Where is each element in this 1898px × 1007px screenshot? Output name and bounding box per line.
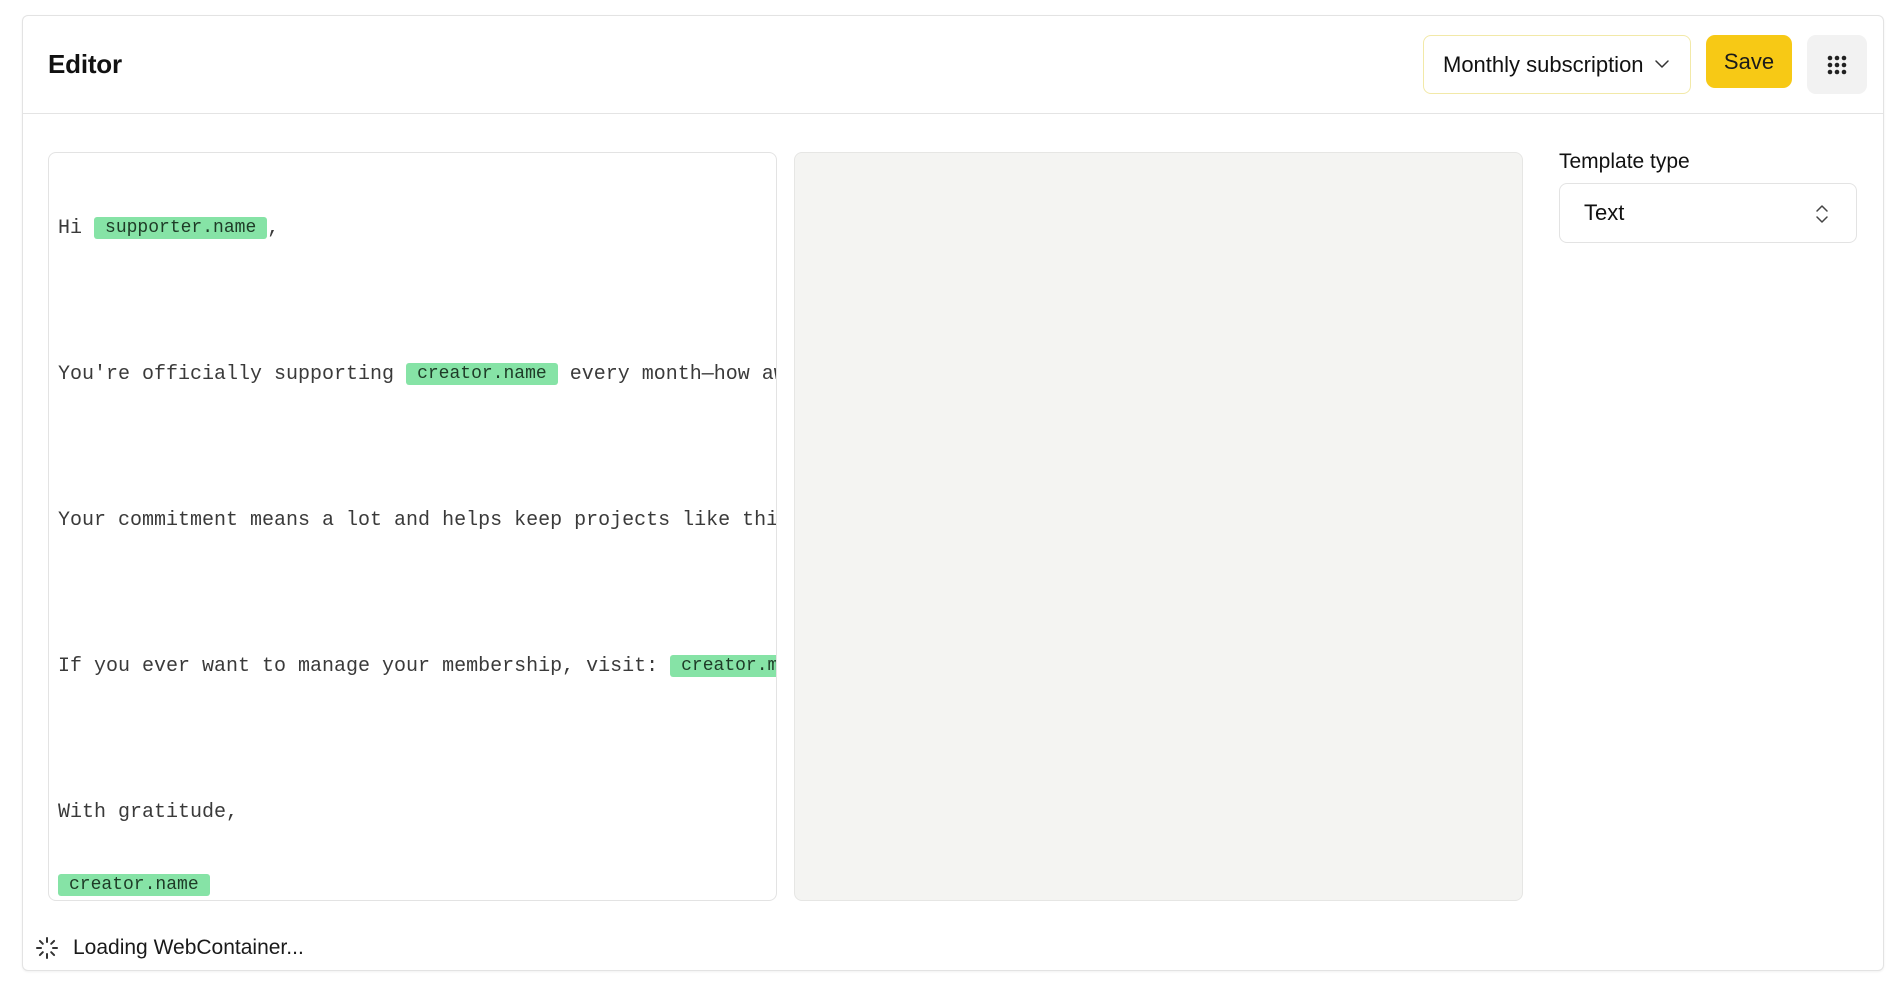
variable-token[interactable]: creator.name <box>406 363 558 385</box>
template-type-value: Text <box>1584 200 1625 225</box>
code-line-commitment: Your commitment means a lot and helps ke… <box>58 509 777 532</box>
template-type-select[interactable]: Text <box>1559 183 1857 243</box>
preview-pane <box>794 152 1523 901</box>
code-line-manage: If you ever want to manage your membersh… <box>58 653 776 680</box>
variable-token[interactable]: creator.me <box>670 655 776 677</box>
header-bar: Editor Monthly subscription Save <box>23 16 1883 114</box>
code-line-supporting: You're officially supporting creator.nam… <box>58 363 777 386</box>
code-line-greeting: Hi supporter.name, <box>58 217 280 240</box>
editor-window: Editor Monthly subscription Save Hi supp… <box>22 15 1884 971</box>
subscription-select[interactable]: Monthly subscription <box>1423 35 1691 94</box>
status-text: Loading WebContainer... <box>73 936 304 959</box>
save-button[interactable]: Save <box>1706 35 1792 88</box>
variable-token[interactable]: creator.name <box>58 874 210 896</box>
grid-dots-icon <box>1827 55 1847 74</box>
page-title: Editor <box>48 49 122 79</box>
chevron-down-icon <box>1655 60 1669 68</box>
variable-token[interactable]: supporter.name <box>94 217 268 239</box>
apps-menu-button[interactable] <box>1807 35 1867 94</box>
code-line-signature: creator.name <box>58 872 776 899</box>
status-bar: Loading WebContainer... <box>35 933 304 963</box>
code-content: Hi supporter.name, You're officially sup… <box>58 169 777 900</box>
code-line-signoff: With gratitude, <box>58 801 239 824</box>
template-code-editor[interactable]: Hi supporter.name, You're officially sup… <box>48 152 777 901</box>
subscription-select-value: Monthly subscription <box>1443 51 1644 77</box>
spinner-icon <box>36 937 58 959</box>
chevrons-up-down-icon <box>1816 205 1828 223</box>
template-type-label: Template type <box>1559 150 1690 173</box>
